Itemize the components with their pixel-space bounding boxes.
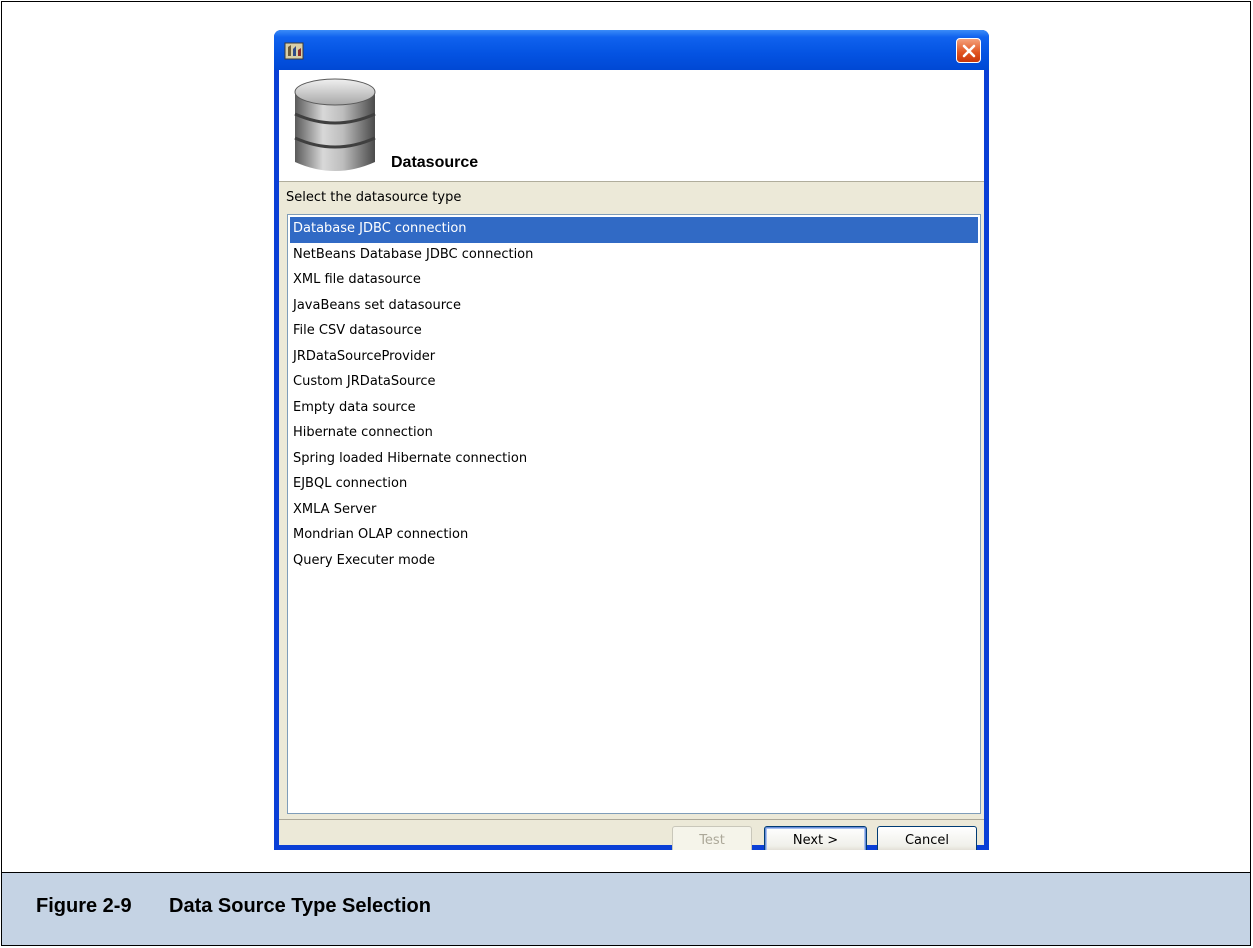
list-item[interactable]: Query Executer mode	[290, 549, 978, 575]
list-item[interactable]: Hibernate connection	[290, 421, 978, 447]
close-button[interactable]	[956, 38, 981, 63]
figure-frame: Datasource Select the datasource type Da…	[1, 1, 1251, 946]
list-item[interactable]: Empty data source	[290, 396, 978, 422]
dialog-body: Datasource Select the datasource type Da…	[279, 70, 984, 850]
list-item[interactable]: File CSV datasource	[290, 319, 978, 345]
list-item[interactable]: JRDataSourceProvider	[290, 345, 978, 371]
list-item[interactable]: EJBQL connection	[290, 472, 978, 498]
list-item[interactable]: XMLA Server	[290, 498, 978, 524]
figure-title: Data Source Type Selection	[169, 895, 431, 917]
list-item[interactable]: Custom JRDataSource	[290, 370, 978, 396]
datasource-dialog: Datasource Select the datasource type Da…	[274, 30, 989, 850]
test-button[interactable]: Test	[672, 826, 752, 850]
list-item[interactable]: Mondrian OLAP connection	[290, 523, 978, 549]
next-button[interactable]: Next >	[764, 826, 867, 850]
close-icon	[962, 44, 976, 58]
list-item[interactable]: XML file datasource	[290, 268, 978, 294]
cancel-button[interactable]: Cancel	[877, 826, 977, 850]
list-item[interactable]: Database JDBC connection	[290, 217, 978, 243]
app-icon	[284, 42, 304, 60]
header-title: Datasource	[391, 154, 479, 171]
header-panel: Datasource	[279, 70, 984, 182]
figure-caption: Figure 2-9 Data Source Type Selection	[2, 872, 1250, 945]
list-item[interactable]: Spring loaded Hibernate connection	[290, 447, 978, 473]
database-icon	[289, 76, 381, 180]
figure-number: Figure 2-9	[36, 895, 132, 917]
list-item[interactable]: NetBeans Database JDBC connection	[290, 243, 978, 269]
prompt-label: Select the datasource type	[286, 190, 462, 205]
button-bar-separator	[279, 819, 984, 820]
list-item[interactable]: JavaBeans set datasource	[290, 294, 978, 320]
datasource-type-list[interactable]: Database JDBC connection NetBeans Databas…	[287, 214, 981, 814]
title-bar[interactable]	[274, 30, 989, 70]
